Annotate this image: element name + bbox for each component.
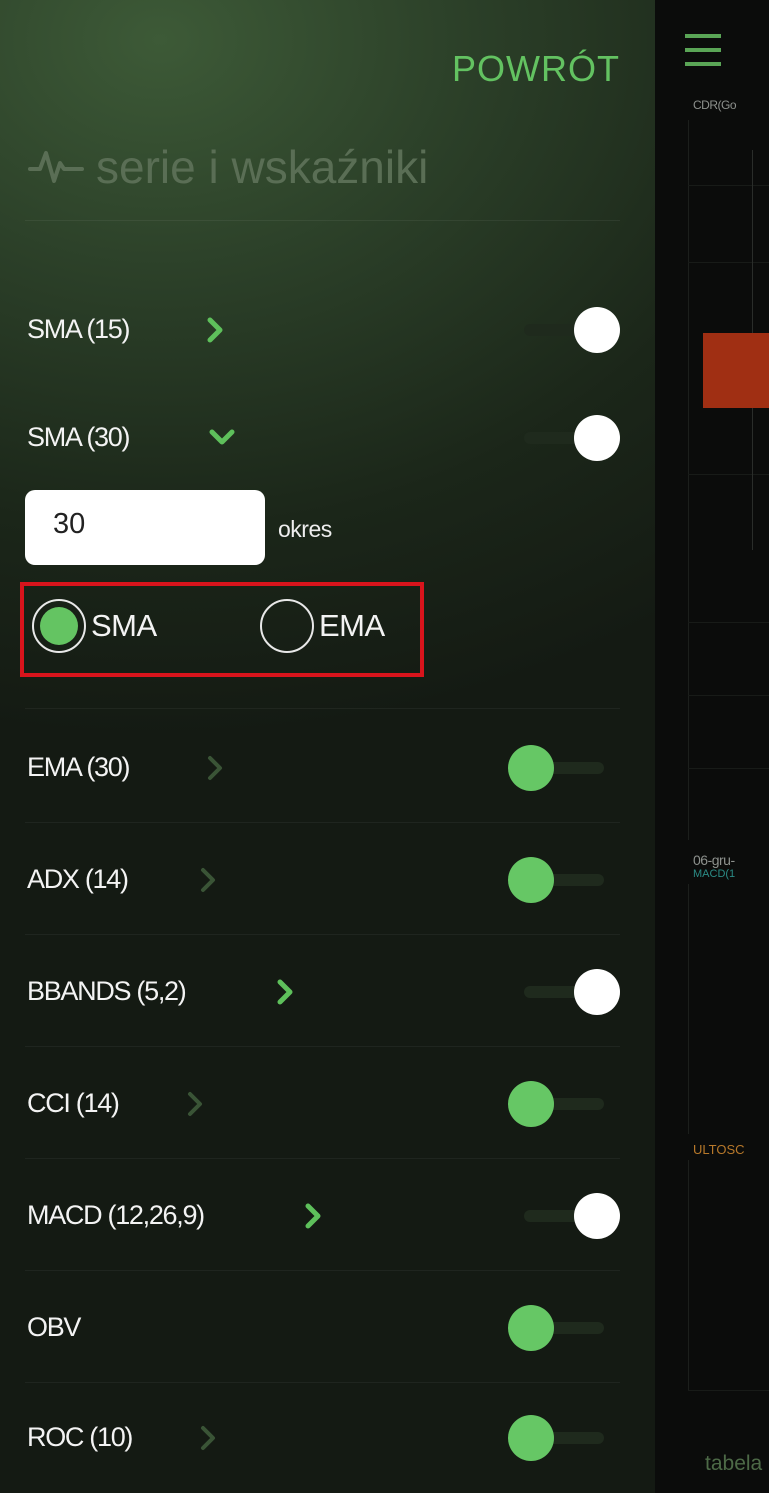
indicator-row-macd[interactable]: MACD (12,26,9) [0, 1186, 655, 1246]
indicator-label: CCI (14) [27, 1088, 120, 1118]
row-divider [25, 1382, 620, 1383]
toggle-knob [508, 857, 554, 903]
grid-line [688, 622, 769, 623]
indicator-label: BBANDS (5,2) [27, 976, 187, 1006]
chevron-right-icon[interactable] [298, 1201, 328, 1231]
chevron-right-icon[interactable] [193, 1423, 223, 1453]
indicator-row-bbands[interactable]: BBANDS (5,2) [0, 962, 655, 1022]
indicator-row-roc-10[interactable]: ROC (10) [0, 1408, 655, 1468]
macd-panel [688, 884, 769, 1134]
indicator-label: EMA (30) [27, 752, 130, 782]
indicator-row-ema-30[interactable]: EMA (30) [0, 738, 655, 798]
row-divider [25, 934, 620, 935]
row-divider [25, 822, 620, 823]
radio-sma[interactable]: SMA [32, 599, 157, 653]
ultosc-panel-label: ULTOSC [693, 1142, 745, 1157]
toggle-knob [574, 415, 620, 461]
chart-date-label: 06-gru- [693, 852, 735, 868]
indicator-toggle-macd[interactable] [516, 1193, 620, 1239]
indicator-label: SMA (15) [27, 314, 130, 344]
indicator-toggle-bbands[interactable] [516, 969, 620, 1015]
indicator-label: ADX (14) [27, 864, 129, 894]
radio-label: SMA [91, 608, 157, 643]
indicator-settings-screen: POWRÓT serie i wskaźniki SMA (15) SMA (3… [0, 0, 769, 1493]
radio-unselected-icon [260, 599, 314, 653]
chart-area: CDR(Go 06-gru- MACD(1 ULTOSC tabela [655, 0, 769, 1493]
indicator-toggle-cci-14[interactable] [508, 1081, 612, 1127]
grid-line [688, 474, 769, 475]
indicator-label: ROC (10) [27, 1422, 133, 1452]
radio-selected-icon [32, 599, 86, 653]
indicator-row-cci-14[interactable]: CCI (14) [0, 1074, 655, 1134]
toggle-knob [508, 1415, 554, 1461]
chevron-right-icon[interactable] [270, 977, 300, 1007]
toggle-knob [574, 307, 620, 353]
price-panel [688, 120, 769, 840]
indicator-toggle-sma-15[interactable] [516, 307, 620, 353]
macd-panel-label: MACD(1 [693, 868, 736, 880]
chart-symbol-label: CDR(Go [693, 98, 737, 112]
radio-label: EMA [319, 608, 385, 643]
chevron-right-icon[interactable] [180, 1089, 210, 1119]
table-tab[interactable]: tabela [705, 1452, 762, 1476]
grid-line [688, 262, 769, 263]
toggle-knob [508, 1081, 554, 1127]
grid-line [688, 695, 769, 696]
pulse-icon [28, 151, 84, 183]
indicator-row-sma-30[interactable]: SMA (30) [0, 408, 655, 468]
row-divider [25, 1046, 620, 1047]
hamburger-icon[interactable] [685, 28, 721, 72]
chevron-right-icon[interactable] [193, 865, 223, 895]
indicators-drawer: POWRÓT serie i wskaźniki SMA (15) SMA (3… [0, 0, 655, 1493]
drawer-title: serie i wskaźniki [28, 140, 428, 194]
period-input[interactable]: 30 [25, 490, 265, 565]
row-divider [25, 1270, 620, 1271]
indicator-toggle-obv[interactable] [508, 1305, 612, 1351]
indicator-label: OBV [27, 1312, 81, 1342]
toggle-knob [574, 1193, 620, 1239]
indicator-row-adx-14[interactable]: ADX (14) [0, 850, 655, 910]
row-divider [25, 1158, 620, 1159]
ultosc-panel [688, 1160, 769, 1390]
indicator-row-sma-15[interactable]: SMA (15) [0, 300, 655, 360]
indicator-row-obv[interactable]: OBV [0, 1298, 655, 1358]
grid-line [688, 1390, 769, 1391]
row-divider [25, 708, 620, 709]
chevron-right-icon[interactable] [200, 753, 230, 783]
indicator-label: MACD (12,26,9) [27, 1200, 205, 1230]
indicator-toggle-ema-30[interactable] [508, 745, 612, 791]
chevron-right-icon[interactable] [200, 315, 230, 345]
toggle-knob [574, 969, 620, 1015]
grid-line [688, 768, 769, 769]
back-button[interactable]: POWRÓT [452, 48, 620, 90]
drawer-title-text: serie i wskaźniki [96, 141, 429, 193]
ma-type-radio-group: SMA EMA [20, 582, 424, 677]
indicator-toggle-adx-14[interactable] [508, 857, 612, 903]
indicator-toggle-sma-30[interactable] [516, 415, 620, 461]
indicator-toggle-roc-10[interactable] [508, 1415, 612, 1461]
toggle-knob [508, 1305, 554, 1351]
toggle-knob [508, 745, 554, 791]
period-label: okres [278, 516, 332, 542]
grid-line [688, 185, 769, 186]
candle-body [703, 333, 769, 408]
chevron-down-icon[interactable] [207, 422, 237, 452]
indicator-label: SMA (30) [27, 422, 130, 452]
radio-ema[interactable]: EMA [260, 599, 385, 653]
title-divider [25, 220, 620, 221]
